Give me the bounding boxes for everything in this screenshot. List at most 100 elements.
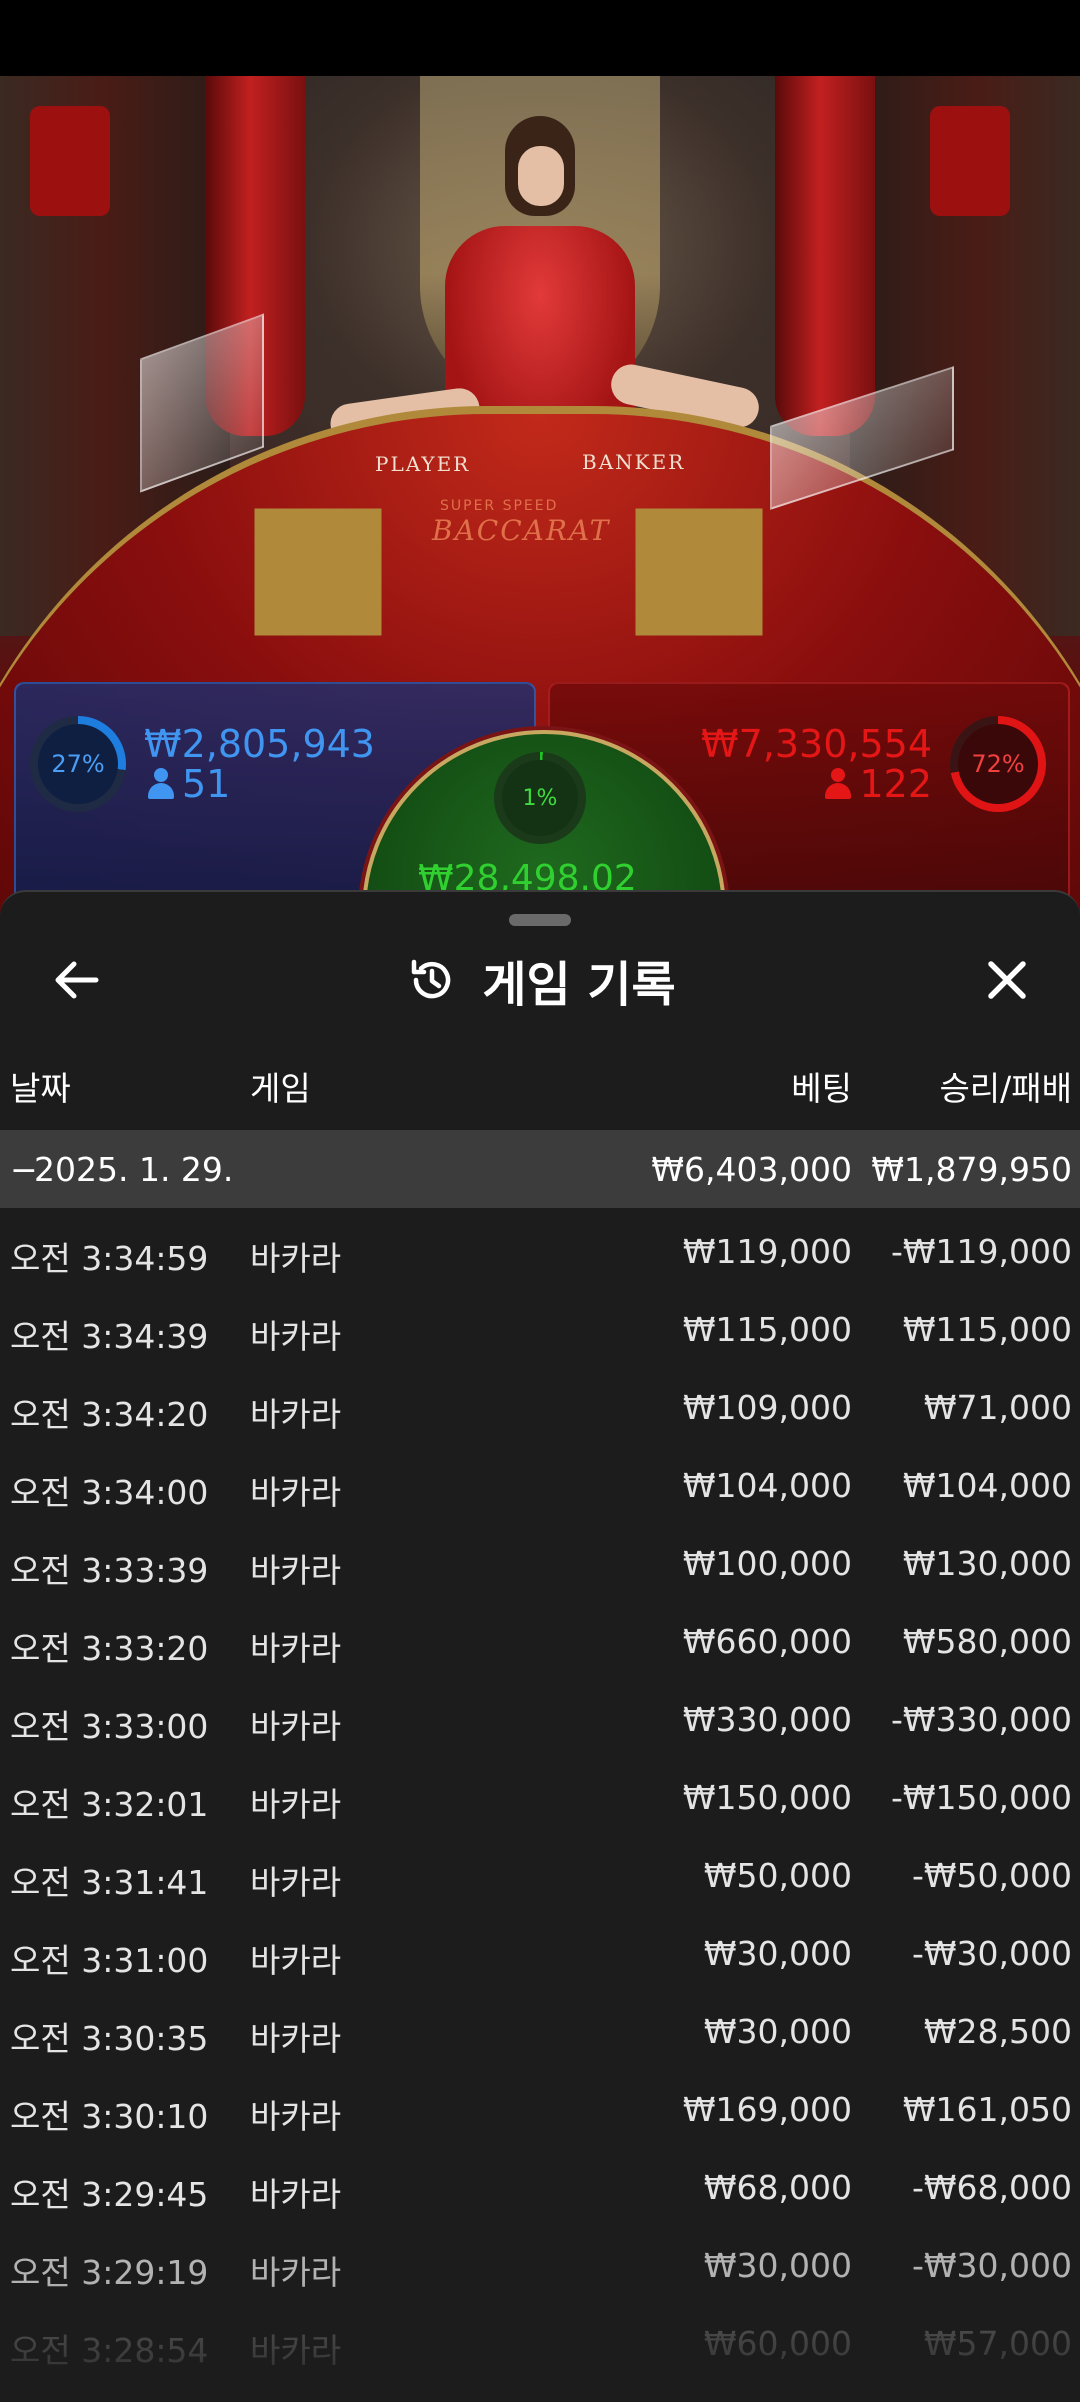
row-time: 오전 3:34:59 [10, 1239, 209, 1278]
row-bet: ₩68,000 [703, 2168, 852, 2207]
column-header-win-loss: 승리/패배 [939, 1069, 1072, 1108]
row-bet: ₩60,000 [703, 2324, 852, 2363]
row-time: 오전 3:34:20 [10, 1395, 209, 1434]
row-time: 오전 3:29:45 [10, 2175, 209, 2214]
row-bet: ₩104,000 [682, 1466, 852, 1505]
person-icon [148, 768, 174, 800]
history-list[interactable]: 오전 3:34:59 바카라 ₩119,000 -₩119,000 오전 3:34:3… [0, 1208, 1080, 2378]
history-row[interactable]: 오전 3:30:35 바카라 ₩30,000 ₩28,500 [0, 1988, 1080, 2066]
group-win-loss-total: ₩1,879,950 [871, 1150, 1072, 1189]
row-win-loss: -₩30,000 [911, 1934, 1072, 1973]
pillar-right [775, 76, 875, 436]
row-win-loss: ₩580,000 [902, 1622, 1072, 1661]
row-time: 오전 3:31:41 [10, 1863, 209, 1902]
history-row[interactable]: 오전 3:33:00 바카라 ₩330,000 -₩330,000 [0, 1676, 1080, 1754]
player-bettors: 51 [148, 762, 230, 806]
history-icon [404, 952, 460, 1008]
group-bet-total: ₩6,403,000 [651, 1150, 852, 1189]
row-game: 바카라 [250, 1941, 342, 1980]
row-game: 바카라 [250, 1317, 342, 1356]
dealer-face [518, 146, 564, 206]
row-bet: ₩169,000 [682, 2090, 852, 2129]
history-row[interactable]: 오전 3:33:39 바카라 ₩100,000 ₩130,000 [0, 1520, 1080, 1598]
row-game: 바카라 [250, 2253, 342, 2292]
row-win-loss: -₩150,000 [890, 1778, 1072, 1817]
row-bet: ₩30,000 [703, 1934, 852, 1973]
row-time: 오전 3:33:00 [10, 1707, 209, 1746]
drag-handle[interactable] [509, 914, 571, 926]
table-player-label: PLAYER [375, 452, 471, 476]
history-row[interactable]: 오전 3:30:10 바카라 ₩169,000 ₩161,050 [0, 2066, 1080, 2144]
row-bet: ₩330,000 [682, 1700, 852, 1739]
banker-percent: 72% [958, 724, 1038, 804]
row-win-loss: -₩119,000 [890, 1232, 1072, 1271]
row-game: 바카라 [250, 2097, 342, 2136]
player-percent: 27% [38, 724, 118, 804]
sheet-title: 게임 기록 [482, 957, 676, 1013]
history-row[interactable]: 오전 3:32:01 바카라 ₩150,000 -₩150,000 [0, 1754, 1080, 1832]
history-row[interactable]: 오전 3:34:59 바카라 ₩119,000 -₩119,000 [0, 1208, 1080, 1286]
row-game: 바카라 [250, 1629, 342, 1668]
row-bet: ₩115,000 [682, 1310, 852, 1349]
banker-bet-amount: ₩7,330,554 [701, 722, 932, 766]
row-win-loss: -₩30,000 [911, 2246, 1072, 2285]
row-time: 오전 3:29:19 [10, 2253, 209, 2292]
history-row[interactable]: 오전 3:28:54 바카라 ₩60,000 ₩57,000 [0, 2300, 1080, 2378]
column-header-date: 날짜 [10, 1069, 71, 1108]
sheet-header: 게임 기록 [0, 942, 1080, 1018]
history-row[interactable]: 오전 3:33:20 바카라 ₩660,000 ₩580,000 [0, 1598, 1080, 1676]
player-bet-amount: ₩2,805,943 [144, 722, 375, 766]
row-win-loss: ₩161,050 [902, 2090, 1072, 2129]
row-bet: ₩50,000 [703, 1856, 852, 1895]
history-row[interactable]: 오전 3:31:41 바카라 ₩50,000 -₩50,000 [0, 1832, 1080, 1910]
row-game: 바카라 [250, 1239, 342, 1278]
row-win-loss: -₩68,000 [911, 2168, 1072, 2207]
row-game: 바카라 [250, 1785, 342, 1824]
row-bet: ₩119,000 [682, 1232, 852, 1271]
row-win-loss: -₩50,000 [911, 1856, 1072, 1895]
row-time: 오전 3:33:20 [10, 1629, 209, 1668]
tie-percent-ring: 1% [494, 752, 586, 844]
column-header-game: 게임 [250, 1069, 311, 1108]
tie-percent: 1% [502, 760, 578, 836]
row-time: 오전 3:34:39 [10, 1317, 209, 1356]
game-history-sheet[interactable]: 게임 기록 날짜 게임 베팅 승리/패배 − 2025. 1. 29. ₩6,4… [0, 890, 1080, 2402]
row-win-loss: ₩130,000 [902, 1544, 1072, 1583]
row-bet: ₩100,000 [682, 1544, 852, 1583]
history-row[interactable]: 오전 3:34:39 바카라 ₩115,000 ₩115,000 [0, 1286, 1080, 1364]
table-banker-label: BANKER [582, 450, 686, 474]
row-win-loss: ₩57,000 [923, 2324, 1072, 2363]
row-bet: ₩30,000 [703, 2246, 852, 2285]
banker-percent-ring: 72% [950, 716, 1046, 812]
table-brand-big: BACCARAT [432, 514, 611, 547]
player-percent-ring: 27% [30, 716, 126, 812]
row-game: 바카라 [250, 1707, 342, 1746]
lantern-right [930, 106, 1010, 216]
row-win-loss: ₩104,000 [902, 1466, 1072, 1505]
row-bet: ₩150,000 [682, 1778, 852, 1817]
row-bet: ₩660,000 [682, 1622, 852, 1661]
banker-bettors: 122 [822, 762, 932, 806]
date-group-row[interactable]: − 2025. 1. 29. ₩6,403,000 ₩1,879,950 [0, 1130, 1080, 1208]
row-time: 오전 3:34:00 [10, 1473, 209, 1512]
row-time: 오전 3:30:35 [10, 2019, 209, 2058]
history-row[interactable]: 오전 3:34:00 바카라 ₩104,000 ₩104,000 [0, 1442, 1080, 1520]
row-win-loss: ₩71,000 [923, 1388, 1072, 1427]
column-header-bet: 베팅 [791, 1069, 852, 1108]
close-icon[interactable] [975, 948, 1039, 1012]
row-game: 바카라 [250, 2331, 342, 2370]
row-time: 오전 3:30:10 [10, 2097, 209, 2136]
row-game: 바카라 [250, 1551, 342, 1590]
history-row[interactable]: 오전 3:29:19 바카라 ₩30,000 -₩30,000 [0, 2222, 1080, 2300]
person-icon [825, 768, 852, 800]
history-row[interactable]: 오전 3:34:20 바카라 ₩109,000 ₩71,000 [0, 1364, 1080, 1442]
row-game: 바카라 [250, 2175, 342, 2214]
row-time: 오전 3:31:00 [10, 1941, 209, 1980]
history-row[interactable]: 오전 3:29:45 바카라 ₩68,000 -₩68,000 [0, 2144, 1080, 2222]
row-game: 바카라 [250, 1395, 342, 1434]
status-bar [0, 0, 1080, 76]
row-game: 바카라 [250, 1863, 342, 1902]
history-row[interactable]: 오전 3:31:00 바카라 ₩30,000 -₩30,000 [0, 1910, 1080, 1988]
row-win-loss: ₩28,500 [923, 2012, 1072, 2051]
row-game: 바카라 [250, 2019, 342, 2058]
